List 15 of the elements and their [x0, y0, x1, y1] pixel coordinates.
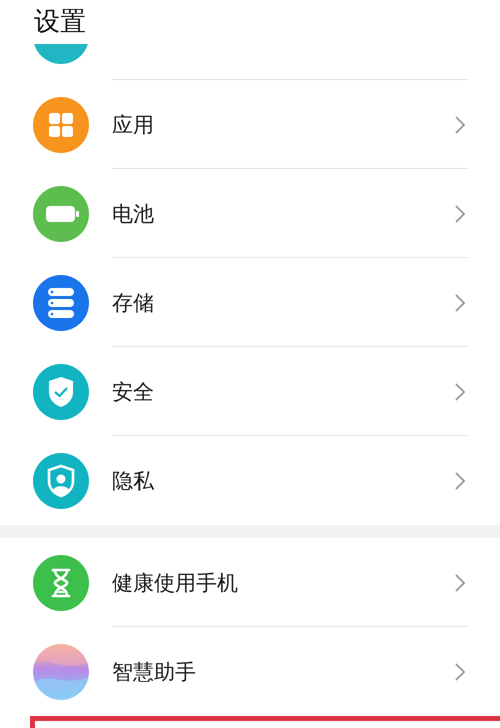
- chevron-icon[interactable]: [454, 470, 466, 490]
- row-label: 隐私: [112, 468, 155, 494]
- page-title: 设置: [33, 6, 87, 39]
- chevron-icon[interactable]: [454, 204, 466, 224]
- row-label: 应用: [112, 112, 155, 138]
- chevron-icon[interactable]: [454, 662, 466, 682]
- row-label: 健康使用手机: [112, 570, 239, 596]
- chevron-icon[interactable]: [454, 382, 466, 402]
- row-label: 智慧助手: [112, 658, 197, 686]
- chevron-icon[interactable]: [454, 572, 466, 592]
- row-label: 电池: [112, 200, 155, 228]
- chevron-icon[interactable]: [454, 114, 466, 134]
- row-label: 存储: [112, 290, 155, 316]
- row-label: 安全: [112, 378, 155, 406]
- chevron-icon[interactable]: [454, 292, 466, 312]
